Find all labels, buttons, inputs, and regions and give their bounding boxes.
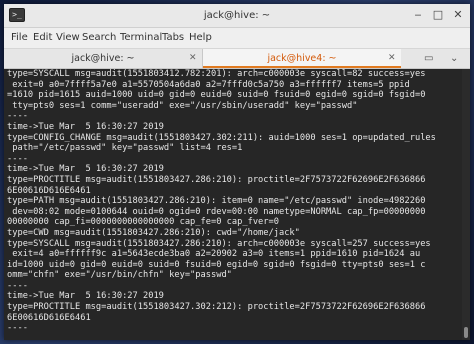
terminal-line: id=1000 uid=0 gid=0 euid=0 suid=0 fsuid=… bbox=[7, 259, 426, 270]
menu-edit[interactable]: Edit bbox=[33, 28, 52, 48]
close-icon[interactable]: ✕ bbox=[450, 7, 466, 23]
maximize-icon[interactable]: □ bbox=[430, 7, 446, 23]
terminal-line: time->Tue Mar 5 16:30:27 2019 bbox=[7, 291, 164, 302]
menu-terminal[interactable]: Terminal bbox=[120, 28, 162, 48]
tab-close-icon[interactable]: ✕ bbox=[388, 49, 396, 68]
menu-help[interactable]: Help bbox=[189, 28, 212, 48]
new-tab-icon[interactable]: ▭ bbox=[424, 49, 433, 68]
minimize-icon[interactable]: ‒ bbox=[410, 7, 426, 23]
terminal-line: 00000000 cap_fi=0000000000000000 cap_fe=… bbox=[7, 217, 279, 228]
terminal-line: 6E00616D616E6461 bbox=[7, 185, 91, 196]
terminal-line: 6E00616D616E6461 bbox=[7, 312, 91, 323]
terminal-line: type=CONFIG_CHANGE msg=audit(1551803427.… bbox=[7, 132, 436, 143]
tab-close-icon[interactable]: ✕ bbox=[189, 49, 197, 68]
terminal-line: type=PATH msg=audit(1551803427.286:210):… bbox=[7, 196, 426, 207]
terminal-line: path="/etc/passwd" key="passwd" list=4 r… bbox=[7, 143, 243, 154]
menu-search[interactable]: Search bbox=[82, 28, 116, 48]
terminal-line: exit=0 a0=7ffff5a7e0 a1=5570504a6da0 a2=… bbox=[7, 79, 410, 90]
terminal-window: >_ jack@hive: ~ ‒ □ ✕ File Edit View Sea… bbox=[4, 4, 470, 340]
terminal-line: =1610 pid=1615 auid=1000 uid=0 gid=0 eui… bbox=[7, 90, 426, 101]
terminal-line: type=SYSCALL msg=audit(1551803412.782:20… bbox=[7, 69, 426, 79]
terminal-line: ---- bbox=[7, 323, 28, 334]
menu-view[interactable]: View bbox=[56, 28, 80, 48]
terminal-line: omm="chfn" exe="/usr/bin/chfn" key="pass… bbox=[7, 270, 232, 281]
terminal-line: tty=pts0 ses=1 comm="useradd" exe="/usr/… bbox=[7, 100, 358, 111]
terminal-line: ---- bbox=[7, 280, 28, 291]
terminal-text: type=SYSCALL msg=audit(1551803412.782:20… bbox=[4, 69, 462, 334]
terminal-line: time->Tue Mar 5 16:30:27 2019 bbox=[7, 164, 164, 175]
menu-tabs[interactable]: Tabs bbox=[162, 28, 184, 48]
terminal-line: time->Tue Mar 5 16:30:27 2019 bbox=[7, 121, 164, 132]
terminal-line: dev=08:02 mode=0100644 ouid=0 ogid=0 rde… bbox=[7, 206, 426, 217]
scrollbar-thumb[interactable] bbox=[464, 327, 468, 338]
tab-jack-hive[interactable]: jack@hive: ~ bbox=[4, 49, 203, 68]
window-title: jack@hive: ~ bbox=[203, 10, 271, 21]
tab-jack-hive4[interactable]: jack@hive4: ~ bbox=[203, 49, 401, 68]
terminal-line: type=PROCTITLE msg=audit(1551803427.286:… bbox=[7, 174, 426, 185]
tab-menu-icon[interactable]: ⌄ bbox=[450, 49, 458, 68]
tab-bar: jack@hive: ~ ✕ jack@hive4: ~ ✕ ▭ ⌄ bbox=[4, 49, 470, 69]
terminal-output[interactable]: type=SYSCALL msg=audit(1551803412.782:20… bbox=[4, 69, 462, 340]
terminal-line: type=SYSCALL msg=audit(1551803427.286:21… bbox=[7, 238, 431, 249]
terminal-line: type=CWD msg=audit(1551803427.286:210): … bbox=[7, 227, 300, 238]
terminal-line: exit=4 a0=ffffff9c a1=5643ecde3ba0 a2=20… bbox=[7, 249, 421, 260]
terminal-line: type=PROCTITLE msg=audit(1551803427.302:… bbox=[7, 302, 426, 313]
terminal-line: ---- bbox=[7, 111, 28, 122]
title-bar[interactable]: >_ jack@hive: ~ ‒ □ ✕ bbox=[4, 4, 470, 28]
terminal-line: ---- bbox=[7, 153, 28, 164]
menu-file[interactable]: File bbox=[11, 28, 28, 48]
tab-label: jack@hive4: ~ bbox=[267, 53, 337, 64]
menu-bar: File Edit View Search Terminal Tabs Help bbox=[4, 28, 470, 49]
scrollbar[interactable] bbox=[462, 69, 470, 340]
tab-label: jack@hive: ~ bbox=[71, 53, 135, 64]
